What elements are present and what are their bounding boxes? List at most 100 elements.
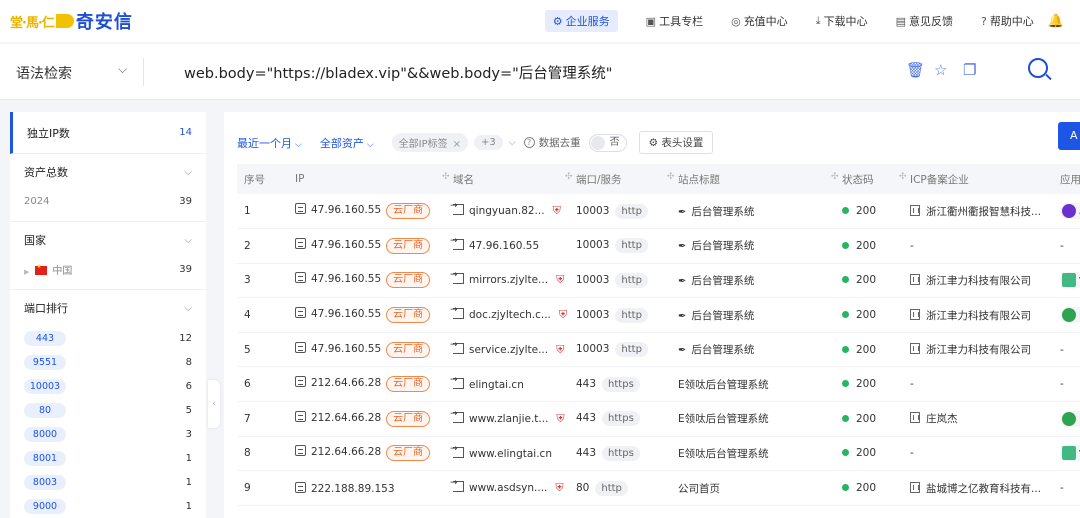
chevron-down-icon[interactable]: ⌵ [184, 303, 192, 314]
total-assets-row[interactable]: 2024 39 [24, 190, 192, 213]
ip-tag-filter[interactable]: 全部IP标签 × [391, 133, 469, 152]
external-link-icon[interactable] [450, 340, 464, 354]
external-link-icon[interactable] [450, 478, 464, 493]
time-range-filter[interactable]: 最近一个月 ⌵ [237, 135, 302, 151]
domain-link[interactable]: 47.96.160.55 [469, 240, 539, 252]
caret-right-icon[interactable]: ▶ [24, 268, 29, 276]
query-input[interactable]: web.body="https://bladex.vip"&&web.body=… [184, 62, 612, 83]
country-header[interactable]: 国家 ⌵ [24, 222, 192, 258]
port-pill[interactable]: 10003 [24, 378, 66, 394]
nav-item-2[interactable]: ◎ 充值中心 [731, 13, 788, 29]
port-row[interactable]: 8001 1 [24, 446, 192, 470]
ip-link[interactable]: 212.64.66.28 [311, 412, 381, 424]
total-assets-header[interactable]: 资产总数 ⌵ [24, 154, 192, 190]
port-pill[interactable]: 8003 [24, 474, 66, 490]
action-button[interactable]: A [1058, 122, 1080, 150]
star-icon[interactable]: ☆ [934, 61, 947, 79]
app-badge[interactable]: Vu [1060, 445, 1080, 462]
question-icon[interactable]: ? [523, 137, 535, 148]
table-row[interactable]: 4 47.96.160.55 云厂商 doc.zjyltech.c... ⛨ 10003 h… [237, 297, 1080, 333]
domain-link[interactable]: doc.zjyltech.c... [469, 309, 551, 321]
drag-handle-icon[interactable]: ✣ [442, 172, 450, 182]
app-badge[interactable]: Vu [1060, 272, 1080, 289]
nav-item-1[interactable]: ▣ 工具专栏 [646, 13, 703, 29]
column-header[interactable]: ✣ 状态码 [831, 164, 903, 194]
port-row[interactable]: 9000 1 [24, 494, 192, 518]
app-badge[interactable]: N [1060, 410, 1080, 427]
port-row[interactable]: 443 12 [24, 326, 192, 350]
column-header[interactable]: ✣ 域名 [442, 164, 569, 194]
chevron-down-icon[interactable]: ⌵ [118, 62, 127, 77]
syntax-search-select[interactable]: 语法检索 [16, 63, 72, 83]
collapse-sidebar-handle[interactable]: ‹ [208, 380, 220, 428]
dedup-switch[interactable]: 否 [588, 133, 627, 152]
nav-item-5[interactable]: ? 帮助中心 [981, 13, 1034, 29]
external-link-icon[interactable] [450, 270, 464, 285]
domain-link[interactable]: www.elingtai.cn [469, 448, 552, 460]
app-badge[interactable]: ar [1060, 203, 1080, 220]
table-row[interactable]: 8 212.64.66.28 云厂商 www.elingtai.cn 443 https E… [237, 436, 1080, 472]
copy-icon[interactable]: ❐ [963, 61, 976, 79]
ip-link[interactable]: 47.96.160.55 [311, 343, 381, 355]
port-pill[interactable]: 9551 [24, 354, 66, 370]
table-row[interactable]: 6 212.64.66.28 云厂商 elingtai.cn 443 https E领呔后台… [237, 366, 1080, 403]
unique-ip-count[interactable]: 独立IP数 14 [10, 112, 206, 154]
port-row[interactable]: 8000 3 [24, 422, 192, 446]
external-link-icon[interactable] [450, 375, 464, 389]
port-row[interactable]: 8003 1 [24, 470, 192, 494]
column-header[interactable]: IP [288, 164, 446, 194]
external-link-icon[interactable] [450, 409, 464, 423]
search-icon[interactable] [1028, 58, 1048, 78]
port-row[interactable]: 10003 6 [24, 374, 192, 398]
column-header[interactable]: 序号 [237, 164, 288, 194]
close-icon[interactable]: × [453, 139, 461, 150]
nav-item-0[interactable]: ⚙ 企业服务 [544, 10, 618, 32]
table-row[interactable]: 5 47.96.160.55 云厂商 service.zjylte... ⛨ 10003 h… [237, 332, 1080, 368]
external-link-icon[interactable] [450, 444, 464, 458]
header-settings-button[interactable]: ⚙ 表头设置 [638, 131, 714, 154]
ip-link[interactable]: 47.96.160.55 [311, 204, 381, 216]
domain-link[interactable]: www.zlanjie.t... [469, 413, 548, 425]
drag-handle-icon[interactable]: ✣ [899, 172, 907, 182]
table-row[interactable]: 9 222.188.89.153 www.asdsyn.... ⛨ 80 http 公司首页… [237, 470, 1080, 506]
chevron-down-icon[interactable]: ⌵ [509, 138, 516, 148]
drag-handle-icon[interactable]: ✣ [565, 172, 573, 182]
port-row[interactable]: 9551 8 [24, 350, 192, 374]
port-row[interactable]: 80 5 [24, 398, 192, 422]
port-pill[interactable]: 8001 [24, 450, 66, 466]
port-pill[interactable]: 80 [24, 402, 66, 418]
more-tags-badge[interactable]: +3 [474, 135, 503, 150]
domain-link[interactable]: www.asdsyn.... [469, 482, 547, 494]
table-row[interactable]: 2 47.96.160.55 云厂商 47.96.160.55 10003 http ✒ 后台… [237, 228, 1080, 264]
trash-icon[interactable]: 🗑 [906, 61, 925, 79]
ip-link[interactable]: 47.96.160.55 [311, 239, 381, 251]
port-pill[interactable]: 8000 [24, 426, 66, 442]
port-pill[interactable]: 443 [24, 330, 66, 346]
country-row[interactable]: ▶ 中国 39 [24, 258, 192, 281]
port-pill[interactable]: 9000 [24, 498, 66, 514]
app-badge[interactable]: N [1060, 307, 1080, 324]
column-header[interactable]: ✣ 端口/服务 [565, 164, 671, 194]
drag-handle-icon[interactable]: ✣ [831, 172, 839, 182]
ip-link[interactable]: 212.64.66.28 [311, 446, 381, 458]
table-row[interactable]: 1 47.96.160.55 云厂商 qingyuan.82... ⛨ 10003 http… [237, 194, 1080, 230]
domain-link[interactable]: elingtai.cn [469, 379, 524, 391]
nav-item-3[interactable]: ⤓ 下载中心 [816, 13, 868, 29]
drag-handle-icon[interactable]: ✣ [667, 172, 675, 182]
bell-icon[interactable]: 🔔 [1048, 14, 1064, 29]
domain-link[interactable]: service.zjylte... [469, 344, 548, 356]
domain-link[interactable]: mirrors.zjylte... [469, 274, 548, 286]
chevron-down-icon[interactable]: ⌵ [184, 167, 192, 178]
asset-type-filter[interactable]: 全部资产 ⌵ [320, 135, 374, 151]
external-link-icon[interactable] [450, 236, 464, 251]
port-ranking-header[interactable]: 端口排行 ⌵ [24, 290, 192, 326]
table-row[interactable]: 7 212.64.66.28 云厂商 www.zlanjie.t... ⛨ 443 http… [237, 401, 1080, 437]
logo[interactable]: 堂·馬·仁 奇安信 [10, 0, 133, 42]
ip-link[interactable]: 222.188.89.153 [311, 483, 395, 495]
external-link-icon[interactable] [450, 201, 464, 216]
external-link-icon[interactable] [450, 305, 464, 320]
column-header[interactable]: ✣ ICP备案企业 [899, 164, 1053, 194]
column-header[interactable]: 应用/组 [1053, 164, 1080, 194]
domain-link[interactable]: qingyuan.82... [469, 205, 545, 217]
ip-link[interactable]: 47.96.160.55 [311, 273, 381, 285]
